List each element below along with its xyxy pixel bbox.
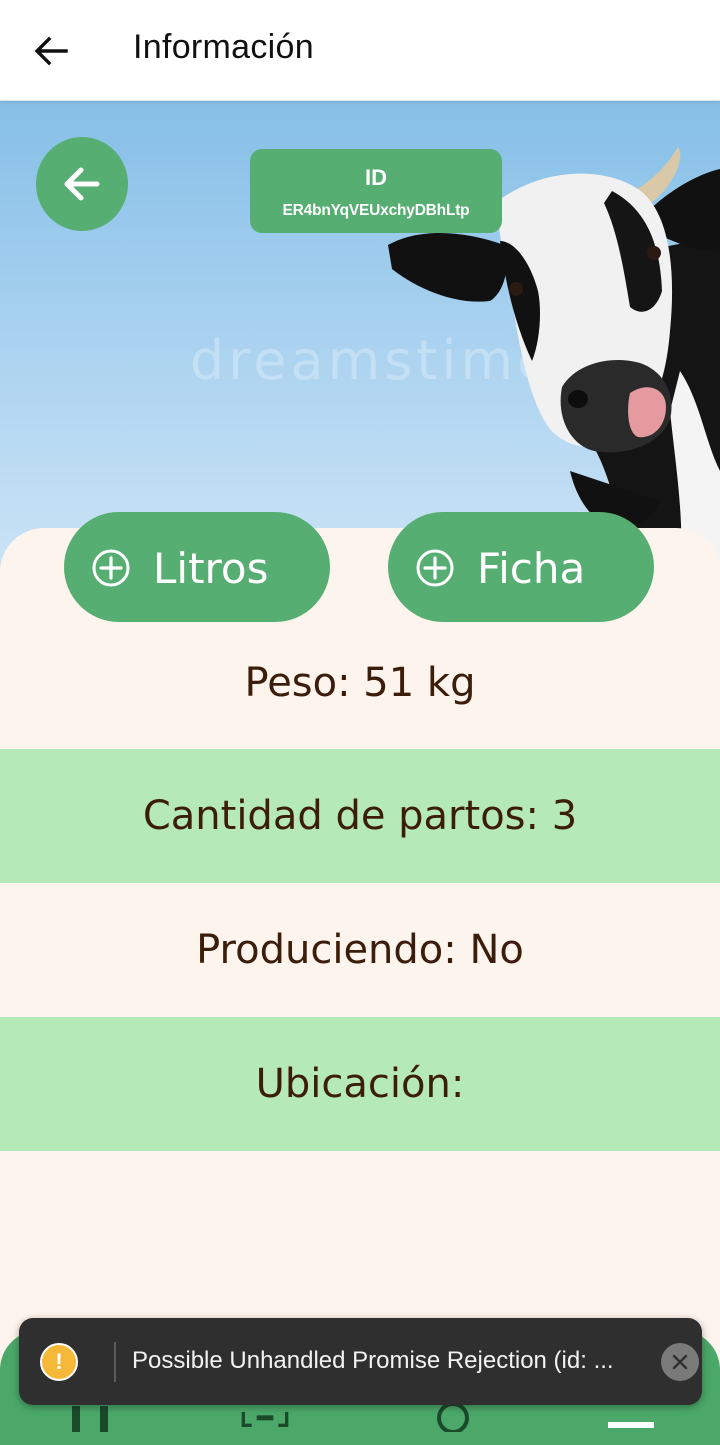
id-label: ID bbox=[365, 165, 387, 190]
close-icon bbox=[672, 1354, 688, 1370]
toast-close-button[interactable] bbox=[661, 1343, 699, 1381]
plus-circle-icon bbox=[92, 549, 130, 587]
produciendo-row: Produciendo: No bbox=[196, 927, 524, 973]
page-title: Información bbox=[133, 28, 314, 66]
hero-back-button[interactable] bbox=[36, 137, 128, 231]
add-litros-button[interactable]: Litros bbox=[64, 512, 330, 622]
ficha-label: Ficha bbox=[477, 544, 586, 593]
back-button[interactable] bbox=[22, 22, 80, 80]
toast-message: Possible Unhandled Promise Rejection (id… bbox=[132, 1347, 614, 1374]
warning-icon: ! bbox=[40, 1343, 78, 1381]
add-ficha-button[interactable]: Ficha bbox=[388, 512, 654, 622]
litros-label: Litros bbox=[153, 544, 269, 593]
hero-image: dreamstime ID ER4bnYqVEUxchyDBhLtp bbox=[0, 101, 720, 571]
partos-row: Cantidad de partos: 3 bbox=[0, 749, 720, 883]
ubicacion-row: Ubicación: bbox=[0, 1017, 720, 1151]
arrow-left-icon bbox=[34, 36, 68, 66]
error-toast[interactable]: ! Possible Unhandled Promise Rejection (… bbox=[19, 1318, 702, 1405]
peso-row: Peso: 51 kg bbox=[244, 659, 476, 706]
arrow-left-icon bbox=[64, 167, 100, 201]
id-value: ER4bnYqVEUxchyDBhLtp bbox=[282, 202, 470, 219]
id-badge: ID ER4bnYqVEUxchyDBhLtp bbox=[250, 149, 502, 233]
plus-circle-icon bbox=[416, 549, 454, 587]
app-bar: Información bbox=[0, 0, 720, 101]
toast-divider bbox=[114, 1342, 116, 1382]
